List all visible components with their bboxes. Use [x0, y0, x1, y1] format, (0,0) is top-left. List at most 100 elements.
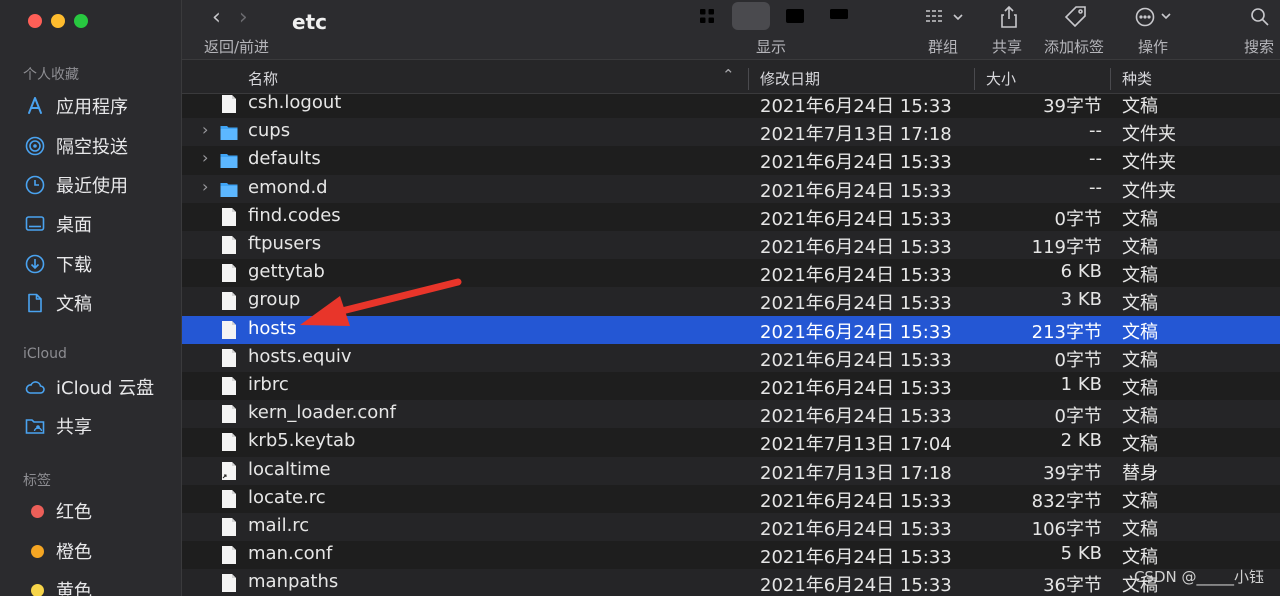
file-kind: 文稿: [1122, 349, 1158, 371]
tag-icon[interactable]: [1064, 5, 1088, 29]
table-row[interactable]: hosts.equiv 2021年6月24日 15:33 0字节 文稿: [182, 343, 1280, 372]
sidebar-tag-red[interactable]: 红色: [24, 496, 174, 526]
table-row[interactable]: krb5.keytab 2021年7月13日 17:04 2 KB 文稿: [182, 428, 1280, 456]
search-label: 搜索: [1244, 38, 1275, 56]
modified-date: 2021年6月24日 15:33: [760, 265, 952, 287]
table-row[interactable]: ftpusers 2021年6月24日 15:33 119字节 文稿: [182, 231, 1280, 260]
modified-date: 2021年6月24日 15:33: [760, 152, 952, 174]
table-row[interactable]: locate.rc 2021年6月24日 15:33 832字节 文稿: [182, 485, 1280, 513]
table-row[interactable]: › cups 2021年7月13日 17:18 -- 文件夹: [182, 118, 1280, 147]
table-row[interactable]: manpaths 2021年6月24日 15:33 36字节 文稿: [182, 569, 1280, 596]
documents-icon: [24, 292, 46, 314]
modified-date: 2021年6月24日 15:33: [760, 349, 952, 371]
modified-date: 2021年7月13日 17:18: [760, 462, 952, 484]
share-label: 共享: [992, 38, 1023, 56]
back-icon[interactable]: ‹: [212, 5, 221, 30]
icon-view-icon[interactable]: [688, 2, 726, 30]
table-row[interactable]: › defaults 2021年6月24日 15:33 -- 文件夹: [182, 146, 1280, 174]
minimize-window-button[interactable]: [51, 14, 65, 28]
file-name: find.codes: [248, 204, 341, 226]
alias-document-icon: [222, 461, 236, 480]
modified-date: 2021年6月24日 15:33: [760, 406, 952, 428]
table-row[interactable]: gettytab 2021年6月24日 15:33 6 KB 文稿: [182, 259, 1280, 287]
file-name: locate.rc: [248, 486, 326, 508]
file-kind: 文稿: [1122, 208, 1158, 230]
group-label: 群组: [928, 38, 959, 56]
disclosure-chevron-icon[interactable]: ›: [202, 148, 208, 167]
tag-color-dot: [24, 500, 46, 522]
document-icon: [222, 95, 236, 113]
file-name: hosts.equiv: [248, 345, 352, 367]
table-row[interactable]: group 2021年6月24日 15:33 3 KB 文稿: [182, 287, 1280, 316]
file-name: ftpusers: [248, 233, 322, 254]
size-column-header[interactable]: 大小: [986, 68, 1016, 89]
sidebar-item-downloads[interactable]: 下载: [24, 249, 174, 279]
file-size: 213字节: [1031, 321, 1102, 343]
table-row[interactable]: find.codes 2021年6月24日 15:33 0字节 文稿: [182, 203, 1280, 231]
document-icon: [222, 574, 236, 593]
file-size: 2 KB: [1060, 430, 1102, 452]
gallery-view-icon[interactable]: [820, 2, 858, 30]
file-name: man.conf: [248, 543, 333, 565]
modified-column-header[interactable]: 修改日期: [760, 68, 820, 89]
tag-color-dot: [24, 579, 46, 596]
file-list: csh.logout 2021年6月24日 15:33 39字节 文稿 › cups 202…: [182, 94, 1280, 596]
group-icon[interactable]: [924, 5, 964, 29]
sidebar-item-label: 共享: [56, 417, 92, 438]
window-title: etc: [292, 10, 327, 34]
disclosure-chevron-icon[interactable]: ›: [202, 120, 208, 139]
sidebar-item-documents[interactable]: 文稿: [24, 288, 174, 318]
table-row[interactable]: hosts 2021年6月24日 15:33 213字节 文稿: [182, 315, 1280, 344]
tags-section-title: 标签: [23, 473, 51, 489]
zoom-window-button[interactable]: [74, 14, 88, 28]
file-kind: 文稿: [1122, 434, 1158, 456]
file-kind: 文稿: [1122, 293, 1158, 315]
table-row[interactable]: kern_loader.conf 2021年6月24日 15:33 0字节 文稿: [182, 400, 1280, 429]
sidebar-item-shared[interactable]: 共享: [24, 411, 174, 441]
search-icon[interactable]: [1250, 5, 1270, 29]
modified-date: 2021年7月13日 17:18: [760, 124, 952, 146]
modified-date: 2021年6月24日 15:33: [760, 180, 952, 202]
modified-date: 2021年6月24日 15:33: [760, 96, 952, 117]
name-column-header[interactable]: 名称: [248, 68, 278, 89]
disclosure-chevron-icon[interactable]: ›: [202, 177, 208, 196]
table-row[interactable]: csh.logout 2021年6月24日 15:33 39字节 文稿: [182, 94, 1280, 118]
file-name: manpaths: [248, 571, 339, 593]
sidebar-item-airdrop[interactable]: 隔空投送: [24, 131, 174, 161]
file-size: 39字节: [1043, 462, 1102, 484]
forward-icon[interactable]: ›: [239, 5, 248, 30]
file-kind: 文稿: [1122, 519, 1158, 540]
column-view-icon[interactable]: [776, 2, 814, 30]
sidebar-item-recents[interactable]: 最近使用: [24, 170, 174, 200]
file-name: emond.d: [248, 176, 328, 198]
sidebar-item-applications[interactable]: 应用程序: [24, 91, 174, 121]
kind-column-header[interactable]: 种类: [1122, 68, 1152, 89]
document-icon: [222, 264, 236, 283]
table-row[interactable]: irbrc 2021年6月24日 15:33 1 KB 文稿: [182, 372, 1280, 400]
sidebar-item-label: 桌面: [56, 215, 92, 236]
list-view-icon[interactable]: [732, 2, 770, 30]
table-row[interactable]: man.conf 2021年6月24日 15:33 5 KB 文稿: [182, 541, 1280, 569]
folder-icon: [220, 154, 238, 169]
sidebar-item-icloud-drive[interactable]: iCloud 云盘: [24, 372, 174, 402]
sidebar-item-label: 应用程序: [56, 97, 128, 118]
table-row[interactable]: › emond.d 2021年6月24日 15:33 -- 文件夹: [182, 174, 1280, 203]
sidebar-item-label: 红色: [56, 502, 92, 523]
view-label: 显示: [756, 38, 787, 56]
table-row[interactable]: localtime 2021年7月13日 17:18 39字节 替身: [182, 456, 1280, 485]
file-kind: 文稿: [1122, 265, 1158, 287]
document-icon: [222, 236, 236, 254]
share-icon[interactable]: [998, 5, 1020, 29]
table-row[interactable]: mail.rc 2021年6月24日 15:33 106字节 文稿: [182, 513, 1280, 542]
sidebar-tag-orange[interactable]: 橙色: [24, 536, 174, 566]
document-icon: [222, 320, 236, 339]
close-window-button[interactable]: [28, 14, 42, 28]
file-size: 0字节: [1054, 208, 1102, 230]
airdrop-icon: [24, 135, 46, 157]
modified-date: 2021年6月24日 15:33: [760, 237, 952, 258]
sidebar-tag-yellow[interactable]: 黄色: [24, 575, 174, 596]
file-name: gettytab: [248, 261, 325, 283]
sidebar-item-label: 文稿: [56, 294, 92, 315]
action-menu-icon[interactable]: [1134, 5, 1174, 29]
sidebar-item-desktop[interactable]: 桌面: [24, 209, 174, 239]
